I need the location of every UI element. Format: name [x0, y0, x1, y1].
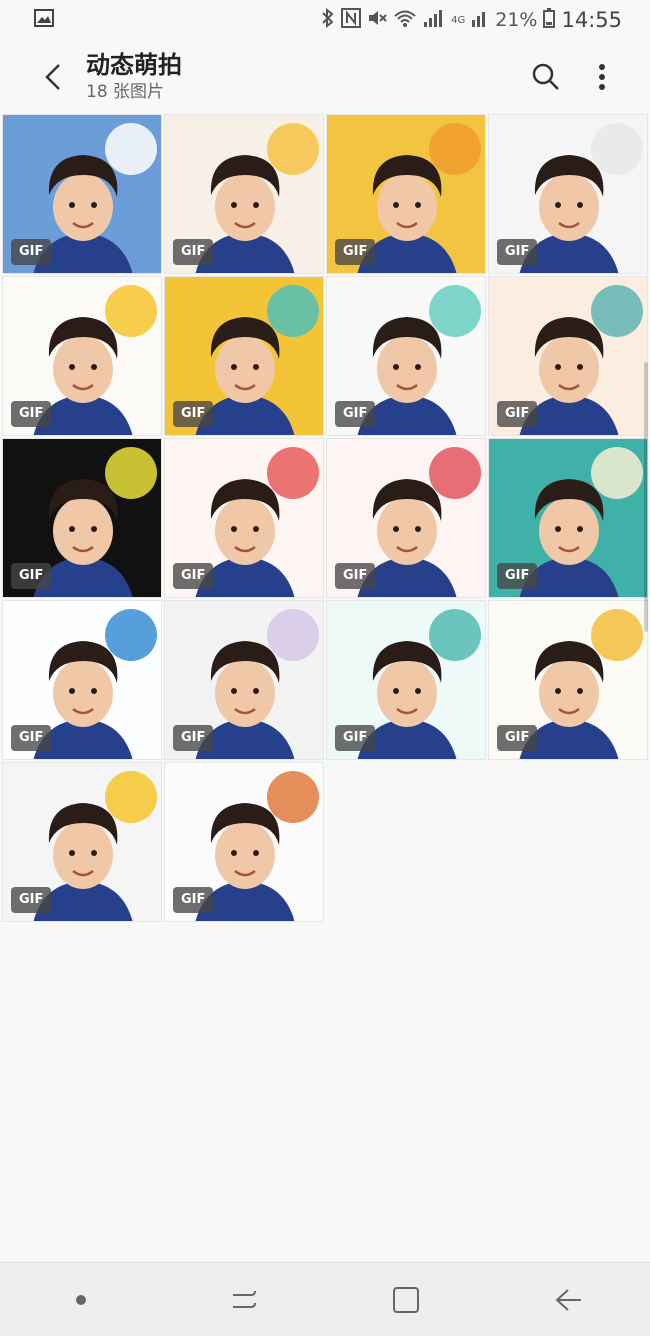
- sticker-thumbnail[interactable]: GIF: [488, 114, 648, 274]
- gif-badge: GIF: [173, 887, 214, 913]
- status-icons: 4G 21% 14:55: [321, 7, 622, 33]
- sticker-thumbnail[interactable]: GIF: [164, 762, 324, 922]
- navigation-bar: [0, 1262, 650, 1336]
- gallery-icon: [34, 9, 54, 31]
- clock: 14:55: [561, 8, 622, 32]
- sticker-thumbnail[interactable]: GIF: [2, 438, 162, 598]
- back-button[interactable]: [28, 47, 78, 107]
- search-icon: [532, 63, 559, 90]
- battery-icon: [543, 7, 556, 33]
- more-vert-icon: [599, 64, 605, 90]
- gif-badge: GIF: [335, 401, 376, 427]
- recents-button[interactable]: [204, 1270, 284, 1330]
- gif-badge: GIF: [497, 401, 538, 427]
- mute-icon: [367, 8, 387, 33]
- gif-badge: GIF: [335, 563, 376, 589]
- battery-percent: 21%: [495, 9, 538, 31]
- gif-badge: GIF: [497, 725, 538, 751]
- back-arrow-icon: [555, 1288, 581, 1311]
- page-title: 动态萌拍: [86, 51, 182, 79]
- signal-icon: [423, 8, 445, 33]
- gif-badge: GIF: [11, 239, 52, 265]
- gif-badge: GIF: [173, 563, 214, 589]
- gif-badge: GIF: [11, 887, 52, 913]
- home-button[interactable]: [366, 1270, 446, 1330]
- sticker-thumbnail[interactable]: GIF: [488, 600, 648, 760]
- image-count: 18 张图片: [86, 82, 165, 102]
- gif-badge: GIF: [11, 401, 52, 427]
- gif-badge: GIF: [497, 239, 538, 265]
- sticker-thumbnail[interactable]: GIF: [326, 114, 486, 274]
- sticker-thumbnail[interactable]: GIF: [164, 276, 324, 436]
- more-options-button[interactable]: [574, 49, 630, 105]
- sticker-thumbnail[interactable]: GIF: [326, 438, 486, 598]
- sticker-thumbnail[interactable]: GIF: [2, 276, 162, 436]
- sticker-thumbnail[interactable]: GIF: [326, 276, 486, 436]
- sticker-thumbnail[interactable]: GIF: [2, 600, 162, 760]
- sticker-thumbnail[interactable]: GIF: [164, 438, 324, 598]
- scrollbar[interactable]: [644, 362, 648, 632]
- gif-badge: GIF: [173, 725, 214, 751]
- app-header: 动态萌拍 18 张图片: [0, 40, 650, 114]
- home-icon: [393, 1286, 420, 1313]
- status-bar: 4G 21% 14:55: [0, 0, 650, 40]
- gif-badge: GIF: [335, 725, 376, 751]
- title-block: 动态萌拍 18 张图片: [86, 50, 518, 104]
- back-icon: [45, 64, 60, 90]
- gif-badge: GIF: [11, 563, 52, 589]
- sticker-thumbnail[interactable]: GIF: [488, 276, 648, 436]
- sticker-thumbnail[interactable]: GIF: [2, 762, 162, 922]
- nfc-icon: [341, 7, 362, 33]
- sticker-thumbnail[interactable]: GIF: [326, 600, 486, 760]
- gif-badge: GIF: [497, 563, 538, 589]
- search-button[interactable]: [518, 49, 574, 105]
- sticker-thumbnail[interactable]: GIF: [488, 438, 648, 598]
- back-nav-button[interactable]: [529, 1270, 609, 1330]
- gif-badge: GIF: [335, 239, 376, 265]
- recents-icon: [232, 1290, 256, 1308]
- sticker-thumbnail[interactable]: GIF: [164, 114, 324, 274]
- wifi-icon: [393, 8, 417, 33]
- gif-badge: GIF: [173, 239, 214, 265]
- nav-dot-button[interactable]: [41, 1270, 121, 1330]
- bluetooth-icon: [321, 7, 335, 33]
- dot-icon: [76, 1294, 87, 1305]
- sticker-thumbnail[interactable]: GIF: [164, 600, 324, 760]
- signal-icon-2: [471, 8, 489, 33]
- gif-badge: GIF: [173, 401, 214, 427]
- sticker-thumbnail[interactable]: GIF: [2, 114, 162, 274]
- gif-badge: GIF: [11, 725, 52, 751]
- network-type: 4G: [451, 14, 466, 26]
- thumbnail-grid: GIF GIF GIF GIF GIF GIF GIF GIF GIF GIF GIF GIF GIF G…: [2, 114, 648, 922]
- status-left: [34, 9, 321, 31]
